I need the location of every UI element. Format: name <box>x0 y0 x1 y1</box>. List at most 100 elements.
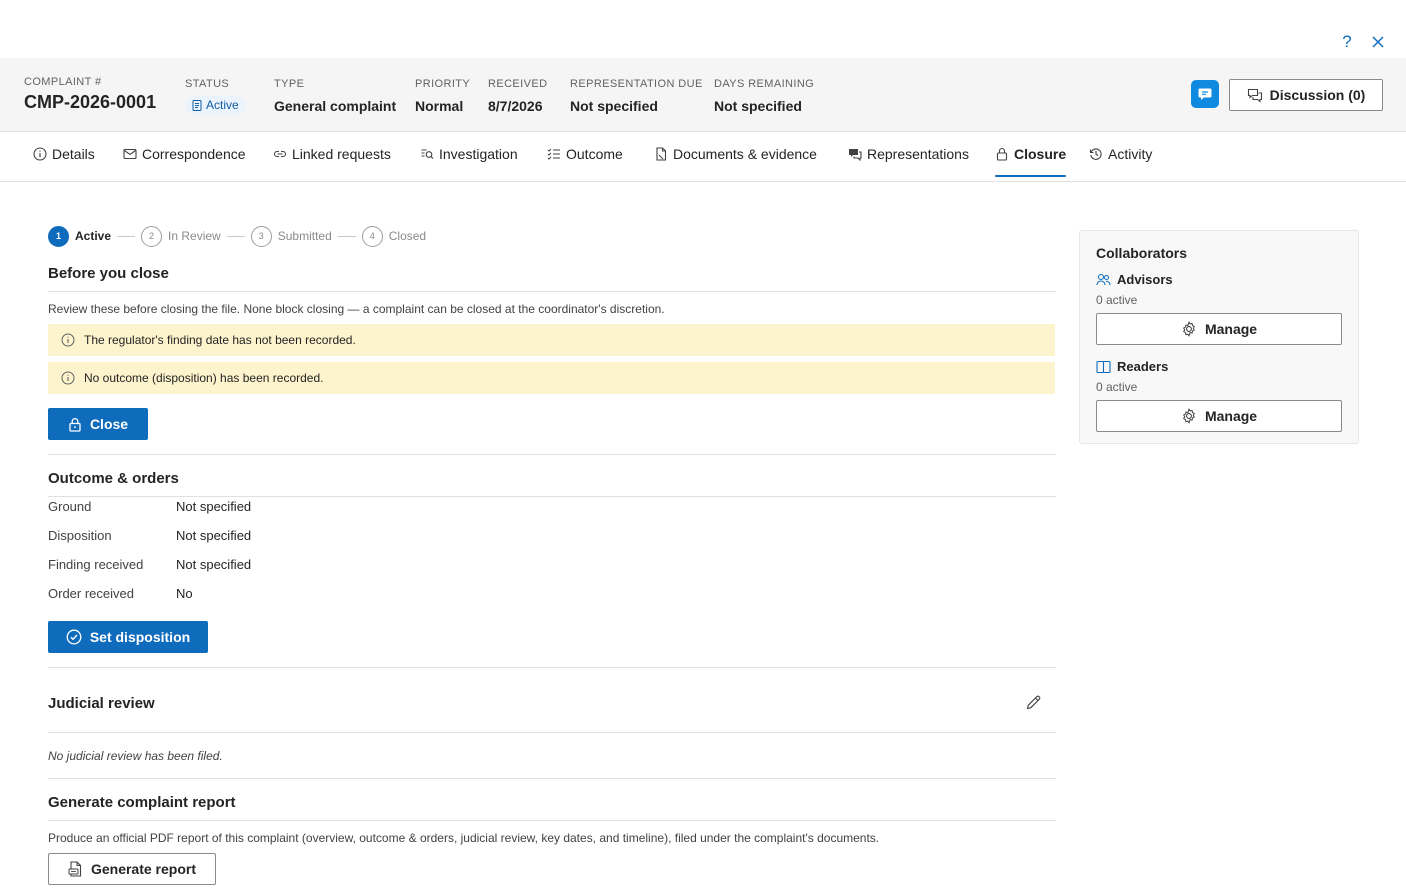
warning-no-outcome: No outcome (disposition) has been record… <box>48 362 1055 394</box>
type-field: TYPE General complaint <box>274 78 396 115</box>
finding-received-label: Finding received <box>48 557 144 572</box>
before-close-description: Review these before closing the file. No… <box>48 302 665 316</box>
tab-label: Closure <box>1014 146 1067 162</box>
divider <box>48 820 1056 821</box>
tab-label: Activity <box>1108 146 1153 162</box>
tab-correspondence[interactable]: Correspondence <box>123 132 246 176</box>
type-label: TYPE <box>274 78 305 90</box>
advisors-heading: Advisors <box>1096 272 1173 287</box>
generate-report-label: Generate report <box>90 861 197 877</box>
step-number: 4 <box>361 225 383 247</box>
finding-received-value: Not specified <box>176 557 252 572</box>
readers-label: Readers <box>1117 359 1169 374</box>
warning-finding-date: The regulator's finding date has not bee… <box>48 324 1055 356</box>
divider <box>48 454 1056 455</box>
status-label: STATUS <box>185 78 230 90</box>
gear-icon <box>1182 321 1195 337</box>
tab-outcome[interactable]: Outcome <box>547 132 623 176</box>
readers-count: 0 active <box>1096 380 1138 394</box>
link-icon <box>273 150 287 158</box>
tab-label: Details <box>52 146 95 162</box>
divider <box>48 778 1056 779</box>
discussion-icon <box>1247 88 1262 103</box>
history-icon <box>1089 148 1102 160</box>
report-title: Generate complaint report <box>48 794 236 811</box>
mail-icon <box>123 148 137 160</box>
edit-pencil-icon[interactable] <box>1023 692 1043 712</box>
collaborators-title: Collaborators <box>1096 245 1188 261</box>
close-icon[interactable] <box>1368 32 1388 52</box>
disposition-label: Disposition <box>48 528 112 543</box>
check-circle-icon <box>66 629 82 645</box>
tab-label: Linked requests <box>292 146 391 162</box>
status-field: STATUS Active <box>185 78 246 116</box>
ground-value: Not specified <box>176 499 252 514</box>
divider <box>48 291 1056 292</box>
chat-icon <box>849 149 862 161</box>
received-value: 8/7/2026 <box>488 98 543 114</box>
step-active: 1 Active <box>48 225 111 247</box>
close-complaint-button[interactable]: Close <box>48 408 148 440</box>
warning-text: The regulator's finding date has not bee… <box>84 333 356 347</box>
step-connector <box>226 235 245 237</box>
tab-closure[interactable]: Closure <box>995 132 1067 177</box>
priority-value: Normal <box>415 98 464 114</box>
disposition-value: Not specified <box>176 528 252 543</box>
chat-bubble-icon <box>1198 88 1212 100</box>
priority-field: PRIORITY Normal <box>415 78 470 115</box>
advisors-label: Advisors <box>1117 272 1173 287</box>
step-number: 3 <box>250 225 272 247</box>
complaint-number: CMP-2026-0001 <box>24 92 157 112</box>
discussion-button[interactable]: Discussion (0) <box>1229 79 1383 111</box>
set-disposition-label: Set disposition <box>89 629 191 645</box>
tab-representations[interactable]: Representations <box>848 132 969 176</box>
report-description: Produce an official PDF report of this c… <box>48 831 880 845</box>
step-number: 2 <box>141 225 163 247</box>
lock-icon <box>996 147 1008 161</box>
complaint-number-field: COMPLAINT # CMP-2026-0001 <box>24 76 156 111</box>
chat-button[interactable] <box>1191 80 1219 108</box>
representation-due-field: REPRESENTATION DUE Not specified <box>570 78 703 115</box>
days-remaining-field: DAYS REMAINING Not specified <box>714 78 814 115</box>
manage-advisors-button[interactable]: Manage <box>1096 313 1342 345</box>
collaborators-panel: Collaborators Advisors 0 active Manage R… <box>1079 230 1359 444</box>
tab-investigation[interactable]: Investigation <box>420 132 518 176</box>
warning-text: No outcome (disposition) has been record… <box>84 371 324 385</box>
tab-activity[interactable]: Activity <box>1089 132 1152 176</box>
type-value: General complaint <box>274 98 397 114</box>
status-value: Active <box>206 98 239 112</box>
document-icon <box>192 100 202 111</box>
generate-report-button[interactable]: Generate report <box>48 853 216 885</box>
step-connector <box>337 235 356 237</box>
judicial-review-title: Judicial review <box>48 695 155 712</box>
manage-readers-button[interactable]: Manage <box>1096 400 1342 432</box>
tab-label: Outcome <box>566 146 623 162</box>
set-disposition-button[interactable]: Set disposition <box>48 621 208 653</box>
checklist-icon <box>547 148 560 160</box>
info-icon <box>33 147 47 161</box>
question-icon[interactable]: ? <box>1337 32 1357 52</box>
tab-details[interactable]: Details <box>33 132 95 176</box>
step-label: Closed <box>388 229 427 243</box>
closure-stepper: 1 Active 2 In Review 3 Submitted 4 Close… <box>48 225 426 247</box>
ground-label: Ground <box>48 499 92 514</box>
tab-label: Correspondence <box>142 146 246 162</box>
tab-label: Investigation <box>439 146 518 162</box>
days-remaining-value: Not specified <box>714 98 802 114</box>
step-label: Submitted <box>277 229 332 243</box>
tab-bar: Details Correspondence Linked requests I… <box>0 132 1406 182</box>
tab-linked-requests[interactable]: Linked requests <box>273 132 391 176</box>
people-icon <box>1096 273 1111 285</box>
days-remaining-label: DAYS REMAINING <box>714 78 815 90</box>
tab-documents-evidence[interactable]: Documents & evidence <box>654 132 817 176</box>
step-connector <box>117 235 136 237</box>
readers-heading: Readers <box>1096 359 1168 374</box>
step-closed: 4 Closed <box>361 225 427 247</box>
investigation-icon <box>421 149 434 159</box>
discussion-label: Discussion (0) <box>1269 87 1366 103</box>
status-badge: Active <box>185 96 246 115</box>
tab-label: Documents & evidence <box>673 146 817 162</box>
judicial-review-empty: No judicial review has been filed. <box>48 749 223 763</box>
before-close-title: Before you close <box>48 265 169 282</box>
book-icon <box>1096 360 1111 373</box>
